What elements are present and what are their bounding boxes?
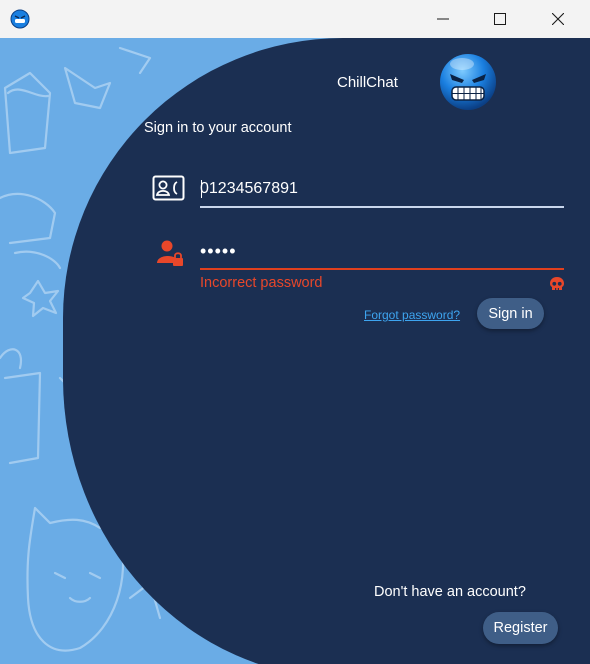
password-error-message: Incorrect password — [200, 275, 323, 291]
maximize-icon — [494, 13, 506, 25]
forgot-password-link[interactable]: Forgot password? — [364, 308, 460, 322]
phone-input[interactable]: 01234567891 — [200, 176, 564, 208]
maximize-button[interactable] — [477, 0, 523, 38]
title-bar[interactable] — [0, 0, 590, 38]
app-window: ChillChat Sign in to your account 012345… — [0, 0, 590, 664]
skull-icon — [550, 277, 564, 290]
no-account-prompt: Don't have an account? — [374, 584, 526, 600]
user-lock-icon — [157, 240, 183, 266]
password-input[interactable]: ••••• — [200, 238, 564, 270]
text-caret — [201, 180, 202, 198]
grinning-blue-face-icon — [440, 54, 496, 110]
register-button[interactable]: Register — [483, 612, 558, 644]
signin-button[interactable]: Sign in — [477, 298, 544, 329]
minimize-icon — [437, 18, 449, 20]
chillchat-app-icon — [10, 9, 30, 29]
login-panel — [63, 38, 590, 664]
login-content: ChillChat Sign in to your account 012345… — [0, 38, 590, 664]
phone-input-value: 01234567891 — [200, 180, 298, 197]
password-input-value: ••••• — [200, 241, 237, 261]
minimize-button[interactable] — [420, 0, 466, 38]
brand-name: ChillChat — [337, 74, 398, 91]
close-icon — [552, 13, 564, 25]
contact-card-icon — [152, 175, 185, 201]
close-button[interactable] — [535, 0, 581, 38]
signin-heading: Sign in to your account — [144, 120, 292, 136]
